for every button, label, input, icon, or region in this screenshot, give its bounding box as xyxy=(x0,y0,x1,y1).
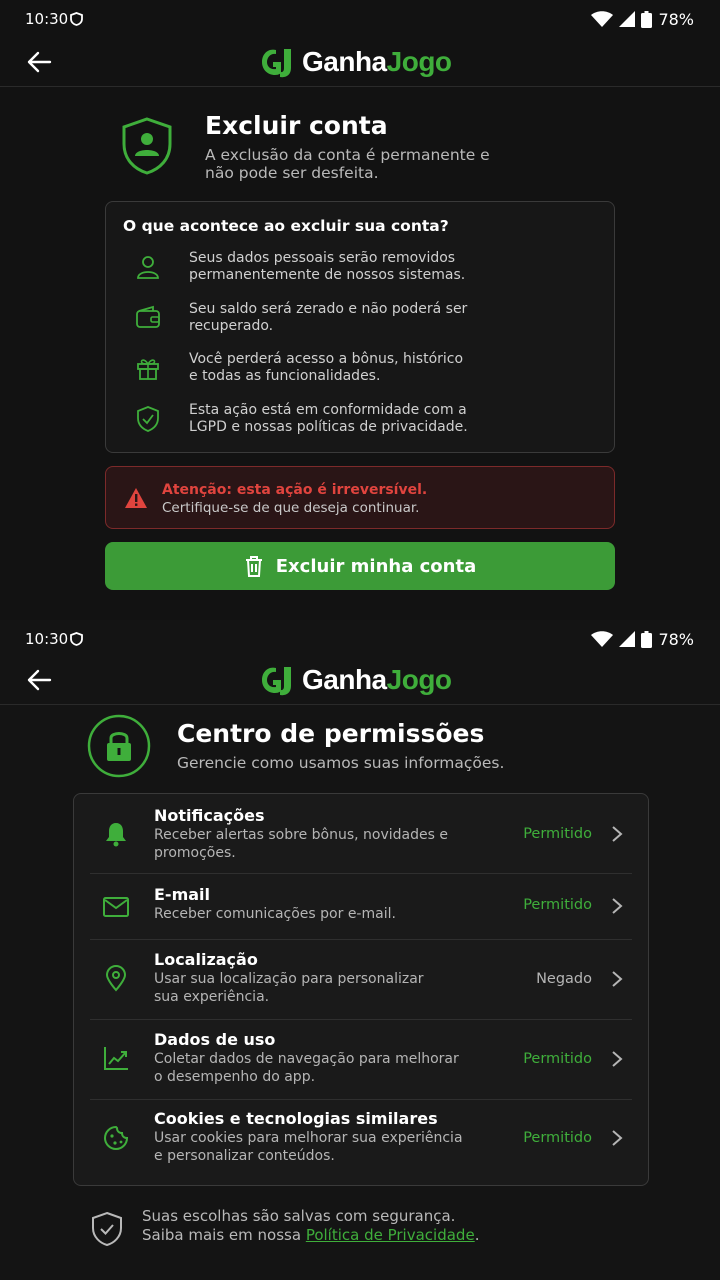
permission-description: Coletar dados de navegação para melhorar… xyxy=(154,1051,459,1085)
signal-icon xyxy=(619,631,636,647)
card-title: O que acontece ao excluir sua conta? xyxy=(123,217,449,235)
page-subtitle: A exclusão da conta é permanente e não p… xyxy=(205,146,490,182)
permission-title: Localização xyxy=(154,950,258,969)
list-item-text: Você perderá acesso a bônus, histórico e … xyxy=(189,351,464,384)
chart-trend-icon xyxy=(104,1047,128,1070)
permission-description: Receber comunicações por e-mail. xyxy=(154,906,396,922)
permission-status: Permitido xyxy=(523,1130,592,1146)
back-arrow-icon[interactable] xyxy=(26,50,52,74)
chevron-right-icon xyxy=(612,1051,623,1067)
page-title: Excluir conta xyxy=(205,111,388,140)
logo-mark-icon xyxy=(262,49,291,78)
permission-row-cookies[interactable]: Cookies e tecnologias similares Usar coo… xyxy=(90,1100,632,1186)
footer-text: Suas escolhas são salvas com segurança. … xyxy=(142,1207,479,1245)
bell-icon xyxy=(106,823,126,847)
chevron-right-icon xyxy=(612,898,623,914)
consequences-card: O que acontece ao excluir sua conta? Seu… xyxy=(105,201,615,453)
status-indicators: 78% xyxy=(591,10,694,29)
subtitle-line-2: não pode ser desfeita. xyxy=(205,164,379,182)
permission-description: Usar sua localização para personalizar su… xyxy=(154,971,424,1005)
alert-text: Certifique-se de que deseja continuar. xyxy=(162,500,420,516)
brand-name-part2: Jogo xyxy=(386,46,452,77)
permission-title: Notificações xyxy=(154,806,265,825)
permission-row-email[interactable]: E-mail Receber comunicações por e-mail. … xyxy=(90,874,632,940)
permission-title: Cookies e tecnologias similares xyxy=(154,1109,438,1128)
permissions-screen: 10:30 78% GanhaJogo Centro de permissões… xyxy=(0,620,720,1280)
delete-account-screen: 10:30 78% GanhaJogo Excluir conta A excl… xyxy=(0,0,720,620)
chevron-right-icon xyxy=(612,826,623,842)
chevron-right-icon xyxy=(612,1130,623,1146)
permission-description: Receber alertas sobre bônus, novidades e… xyxy=(154,827,448,861)
status-indicators: 78% xyxy=(591,630,694,649)
mail-icon xyxy=(103,897,129,917)
back-arrow-icon[interactable] xyxy=(26,668,52,692)
permission-row-notifications[interactable]: Notificações Receber alertas sobre bônus… xyxy=(90,794,632,874)
shield-status-icon xyxy=(70,12,83,26)
privacy-policy-link[interactable]: Política de Privacidade xyxy=(306,1226,475,1244)
shield-status-icon xyxy=(70,632,83,646)
brand-name-part2: Jogo xyxy=(386,664,452,695)
permission-row-usage-data[interactable]: Dados de uso Coletar dados de navegação … xyxy=(90,1020,632,1100)
list-item-text: Esta ação está em conformidade com a LGPD… xyxy=(189,402,468,435)
wifi-icon xyxy=(591,631,614,647)
app-bar: GanhaJogo xyxy=(0,37,720,87)
gift-icon xyxy=(137,359,159,380)
alert-title: Atenção: esta ação é irreversível. xyxy=(162,482,428,498)
user-icon xyxy=(137,256,159,279)
signal-icon xyxy=(619,11,636,27)
battery-icon xyxy=(641,10,653,28)
shield-check-icon xyxy=(137,406,159,432)
status-bar: 10:30 78% xyxy=(0,0,720,38)
subtitle-line-1: A exclusão da conta é permanente e xyxy=(205,146,490,164)
brand-name-part1: Ganha xyxy=(302,664,387,695)
battery-level: 78% xyxy=(658,9,694,29)
warning-triangle-icon xyxy=(125,488,147,508)
list-item: Você perderá acesso a bônus, histórico e … xyxy=(106,351,614,404)
status-time: 10:30 xyxy=(25,10,69,28)
brand-logo: GanhaJogo xyxy=(258,40,452,84)
permission-title: Dados de uso xyxy=(154,1030,276,1049)
list-item-text: Seus dados pessoais serão removidos perma… xyxy=(189,250,466,283)
permission-title: E-mail xyxy=(154,885,211,904)
privacy-footer: Suas escolhas são salvas com segurança. … xyxy=(90,1205,650,1265)
chevron-right-icon xyxy=(612,971,623,987)
battery-icon xyxy=(641,630,653,648)
warning-alert: Atenção: esta ação é irreversível. Certi… xyxy=(105,466,615,529)
footer-line-2: Saiba mais em nossa Política de Privacid… xyxy=(142,1226,480,1244)
list-item: Seus dados pessoais serão removidos perma… xyxy=(106,250,614,303)
list-item: Esta ação está em conformidade com a LGPD… xyxy=(106,402,614,455)
shield-check-icon xyxy=(92,1211,122,1247)
brand-logo: GanhaJogo xyxy=(258,658,452,702)
delete-account-button-label: Excluir minha conta xyxy=(275,555,477,577)
wifi-icon xyxy=(591,11,614,27)
permission-status: Negado xyxy=(536,971,592,987)
status-time: 10:30 xyxy=(25,630,69,648)
list-item: Seu saldo será zerado e não poderá ser re… xyxy=(106,301,614,354)
list-item-text: Seu saldo será zerado e não poderá ser re… xyxy=(189,301,468,334)
wallet-icon xyxy=(136,305,160,328)
battery-level: 78% xyxy=(658,629,694,649)
page-title: Centro de permissões xyxy=(177,719,485,748)
delete-account-button[interactable]: Excluir minha conta xyxy=(105,542,615,590)
permission-status: Permitido xyxy=(523,826,592,842)
permission-status: Permitido xyxy=(523,897,592,913)
permissions-list: Notificações Receber alertas sobre bônus… xyxy=(73,793,649,1186)
brand-name-part1: Ganha xyxy=(302,46,387,77)
permission-description: Usar cookies para melhorar sua experiênc… xyxy=(154,1130,463,1164)
permission-row-location[interactable]: Localização Usar sua localização para pe… xyxy=(90,940,632,1020)
app-bar: GanhaJogo xyxy=(0,655,720,705)
page-subtitle: Gerencie como usamos suas informações. xyxy=(177,754,505,772)
status-bar: 10:30 78% xyxy=(0,620,720,658)
logo-mark-icon xyxy=(262,667,291,696)
trash-icon xyxy=(245,556,262,577)
lock-icon xyxy=(87,714,151,778)
shield-user-icon xyxy=(122,117,172,175)
footer-line-1: Suas escolhas são salvas com segurança. xyxy=(142,1207,456,1225)
location-pin-icon xyxy=(105,964,127,992)
cookie-icon xyxy=(103,1125,129,1151)
permission-status: Permitido xyxy=(523,1051,592,1067)
